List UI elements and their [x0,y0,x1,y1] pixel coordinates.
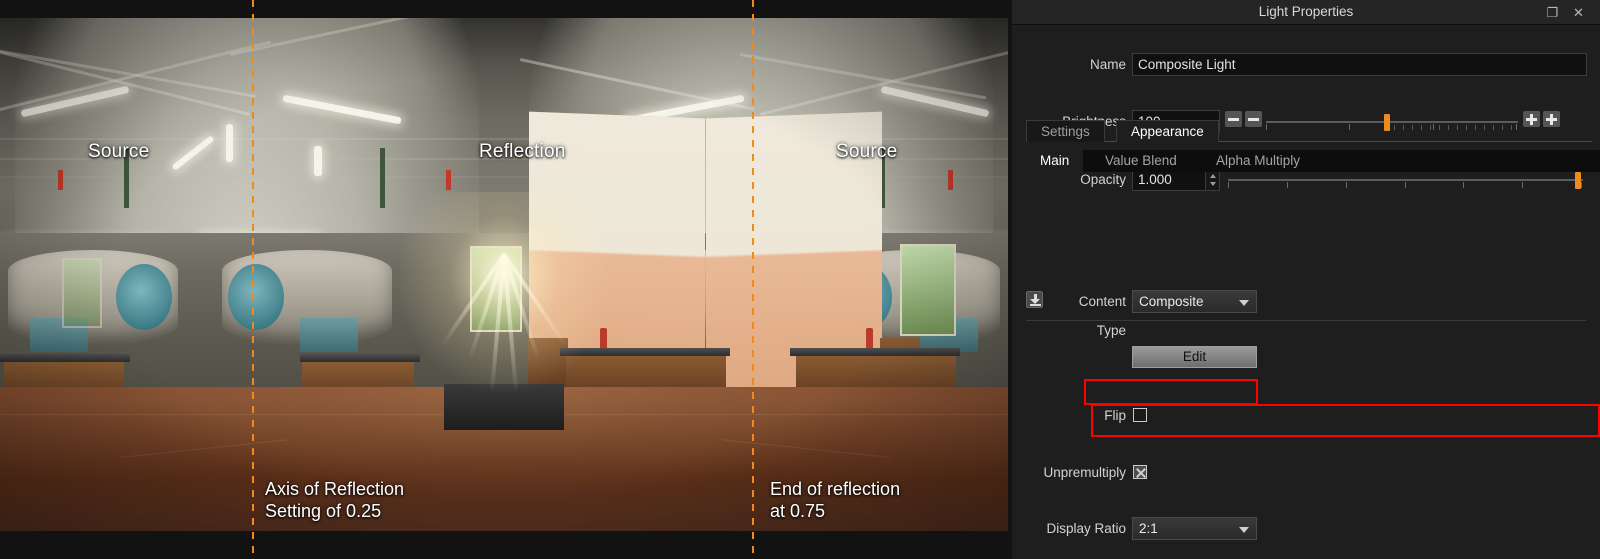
display-ratio-row: Display Ratio 2:1 [1012,514,1600,543]
bench-top [300,354,420,362]
reflection-axis-marker-start [252,0,254,559]
application-window: Source Reflection Source Axis of Reflect… [0,0,1600,559]
unpremultiply-label: Unpremultiply [1043,465,1126,480]
slider-tick [1228,182,1229,188]
center-counter [444,384,564,430]
tab-value-blend[interactable]: Value Blend [1091,150,1191,172]
red-marker [948,170,953,190]
tab-settings[interactable]: Settings [1026,120,1105,142]
flip-row: Flip [1012,401,1600,430]
overlay-label-source-left: Source [88,141,150,162]
edit-button[interactable]: Edit [1132,346,1257,368]
name-row: Name Composite Light [1012,50,1600,79]
unpremultiply-checkbox[interactable] [1133,465,1147,479]
content-type-value: Composite [1139,294,1204,309]
panorama-image[interactable] [0,18,1008,531]
flip-checkbox[interactable] [1133,408,1147,422]
content-type-label: Content Type [1078,294,1126,338]
overlay-label-source-right: Source [836,141,898,162]
primary-tab-bar: Settings Appearance [1012,119,1600,142]
slider-tick [1463,182,1464,188]
light-properties-panel: Light Properties ❐ ✕ Name Composite Ligh… [1012,0,1600,559]
green-post [380,148,385,208]
tank-face [228,264,284,330]
unpremultiply-row: Unpremultiply [1012,458,1600,487]
slider-tick [1405,182,1406,188]
teal-crate [300,318,358,352]
restore-icon[interactable]: ❐ [1543,3,1562,22]
tab-appearance[interactable]: Appearance [1116,120,1219,142]
tank-face [116,264,172,330]
slider-tick [1522,182,1523,188]
display-ratio-select[interactable]: 2:1 [1132,517,1257,540]
reflection-axis-marker-end [752,0,754,559]
chevron-down-icon [1239,300,1249,306]
close-icon[interactable]: ✕ [1569,3,1588,22]
chevron-down-icon [1239,527,1249,533]
section-divider [1026,320,1586,321]
window [900,244,956,336]
panel-title-bar: Light Properties ❐ ✕ [1012,0,1600,25]
display-ratio-label: Display Ratio [1046,521,1126,536]
slider-tick [1287,182,1288,188]
red-marker [446,170,451,190]
secondary-tab-bar: Main Value Blend Alpha Multiply [1012,150,1600,172]
edit-row: Edit [1012,344,1600,373]
bench-top [560,348,730,356]
window [62,258,102,328]
slider-track [1228,179,1583,181]
display-ratio-value: 2:1 [1139,521,1158,536]
name-input[interactable]: Composite Light [1132,53,1587,76]
panorama-viewer[interactable]: Source Reflection Source Axis of Reflect… [0,0,1008,559]
panel-title: Light Properties [1258,4,1354,19]
slider-tick [1581,182,1582,188]
flip-label: Flip [1104,408,1126,423]
tab-alpha-multiply[interactable]: Alpha Multiply [1202,150,1315,172]
content-type-row: Content Type Composite [1012,287,1600,338]
overlay-note-axis-of-reflection: Axis of Reflection Setting of 0.25 [265,479,405,521]
bench-top [0,354,130,362]
download-icon[interactable] [1026,291,1043,308]
bench-top [790,348,960,356]
light-tube [314,146,322,176]
content-type-select[interactable]: Composite [1132,290,1257,313]
name-label: Name [1089,57,1126,72]
slider-tick [1346,182,1347,188]
overlay-note-end-of-reflection: End of reflection at 0.75 [770,479,901,521]
light-tube [226,124,233,162]
red-marker [58,170,63,190]
overlay-label-reflection: Reflection [479,141,566,162]
tab-main[interactable]: Main [1026,150,1084,172]
